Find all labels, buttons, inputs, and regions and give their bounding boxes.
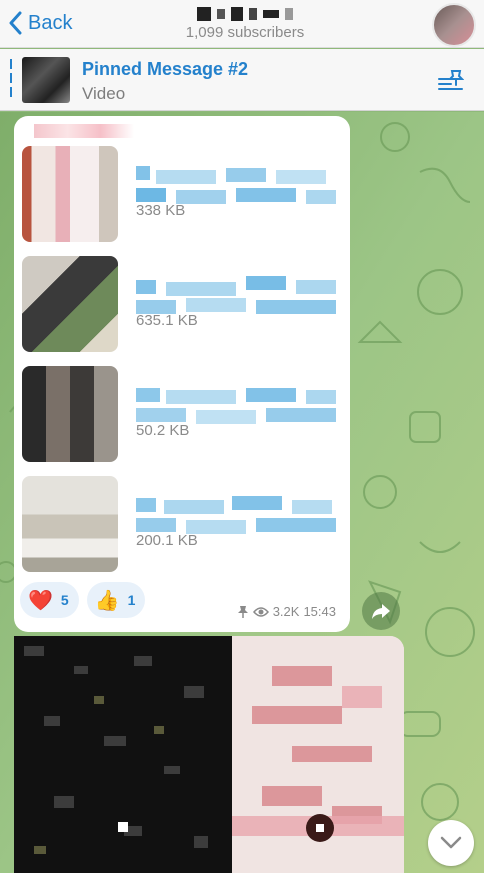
heart-icon: ❤️ (28, 589, 53, 612)
pixelated-image (24, 646, 208, 854)
chevron-left-icon (9, 11, 22, 35)
subscriber-count: 1,099 subscribers (185, 24, 305, 41)
sender-name-redacted (34, 124, 134, 138)
pin-icon (237, 605, 248, 618)
message-time: 15:43 (303, 604, 336, 619)
view-count: 3.2K (272, 604, 300, 619)
media-photo[interactable] (232, 636, 404, 873)
file-size: 635.1 KB (136, 312, 198, 329)
reaction-count: 5 (60, 592, 69, 608)
reaction-heart[interactable]: ❤️ 5 (20, 582, 79, 618)
message-bubble[interactable]: 338 KB 635.1 KB 50.2 KB 200.1 KB ❤️ 5 👍 … (14, 116, 350, 632)
pinned-indicator (10, 59, 12, 101)
scroll-down-button[interactable] (428, 820, 474, 866)
file-name-redacted (136, 160, 336, 204)
media-photo[interactable] (14, 636, 232, 873)
pinned-title: Pinned Message #2 (82, 59, 249, 79)
channel-title[interactable]: 1,099 subscribers (140, 4, 350, 41)
reactions: ❤️ 5 👍 1 (20, 582, 146, 618)
file-thumbnail (22, 146, 118, 242)
file-item[interactable]: 200.1 KB (22, 476, 342, 572)
eye-icon (252, 606, 269, 617)
file-size: 200.1 KB (136, 532, 198, 549)
thumbs-up-icon: 👍 (94, 589, 120, 612)
file-name-redacted (136, 380, 336, 424)
channel-name-redacted (140, 4, 350, 24)
message-meta: 3.2K 15:43 (237, 604, 336, 619)
pinned-message-bar[interactable]: Pinned Message #2 Video (0, 49, 484, 111)
chat-header: Back 1,099 subscribers (0, 0, 484, 48)
share-arrow-icon (372, 604, 390, 619)
chevron-down-icon (440, 836, 462, 849)
file-thumbnail (22, 476, 118, 572)
file-thumbnail (22, 256, 118, 352)
share-button[interactable] (362, 592, 400, 630)
pinned-list-icon[interactable] (438, 69, 464, 91)
reaction-count: 1 (127, 592, 136, 608)
pixelated-image (232, 636, 404, 873)
file-name-redacted (136, 270, 336, 314)
file-size: 50.2 KB (136, 422, 190, 439)
file-name-redacted (136, 490, 336, 534)
pinned-thumbnail (22, 57, 70, 103)
channel-avatar[interactable] (432, 3, 476, 47)
back-button[interactable]: Back (8, 8, 72, 38)
reaction-thumbs-up[interactable]: 👍 1 (86, 582, 146, 618)
file-item[interactable]: 635.1 KB (22, 256, 342, 352)
file-item[interactable]: 338 KB (22, 146, 342, 242)
file-item[interactable]: 50.2 KB (22, 366, 342, 462)
back-label: Back (28, 11, 73, 34)
file-size: 338 KB (136, 202, 186, 219)
pinned-subtitle: Video (82, 84, 126, 103)
file-thumbnail (22, 366, 118, 462)
